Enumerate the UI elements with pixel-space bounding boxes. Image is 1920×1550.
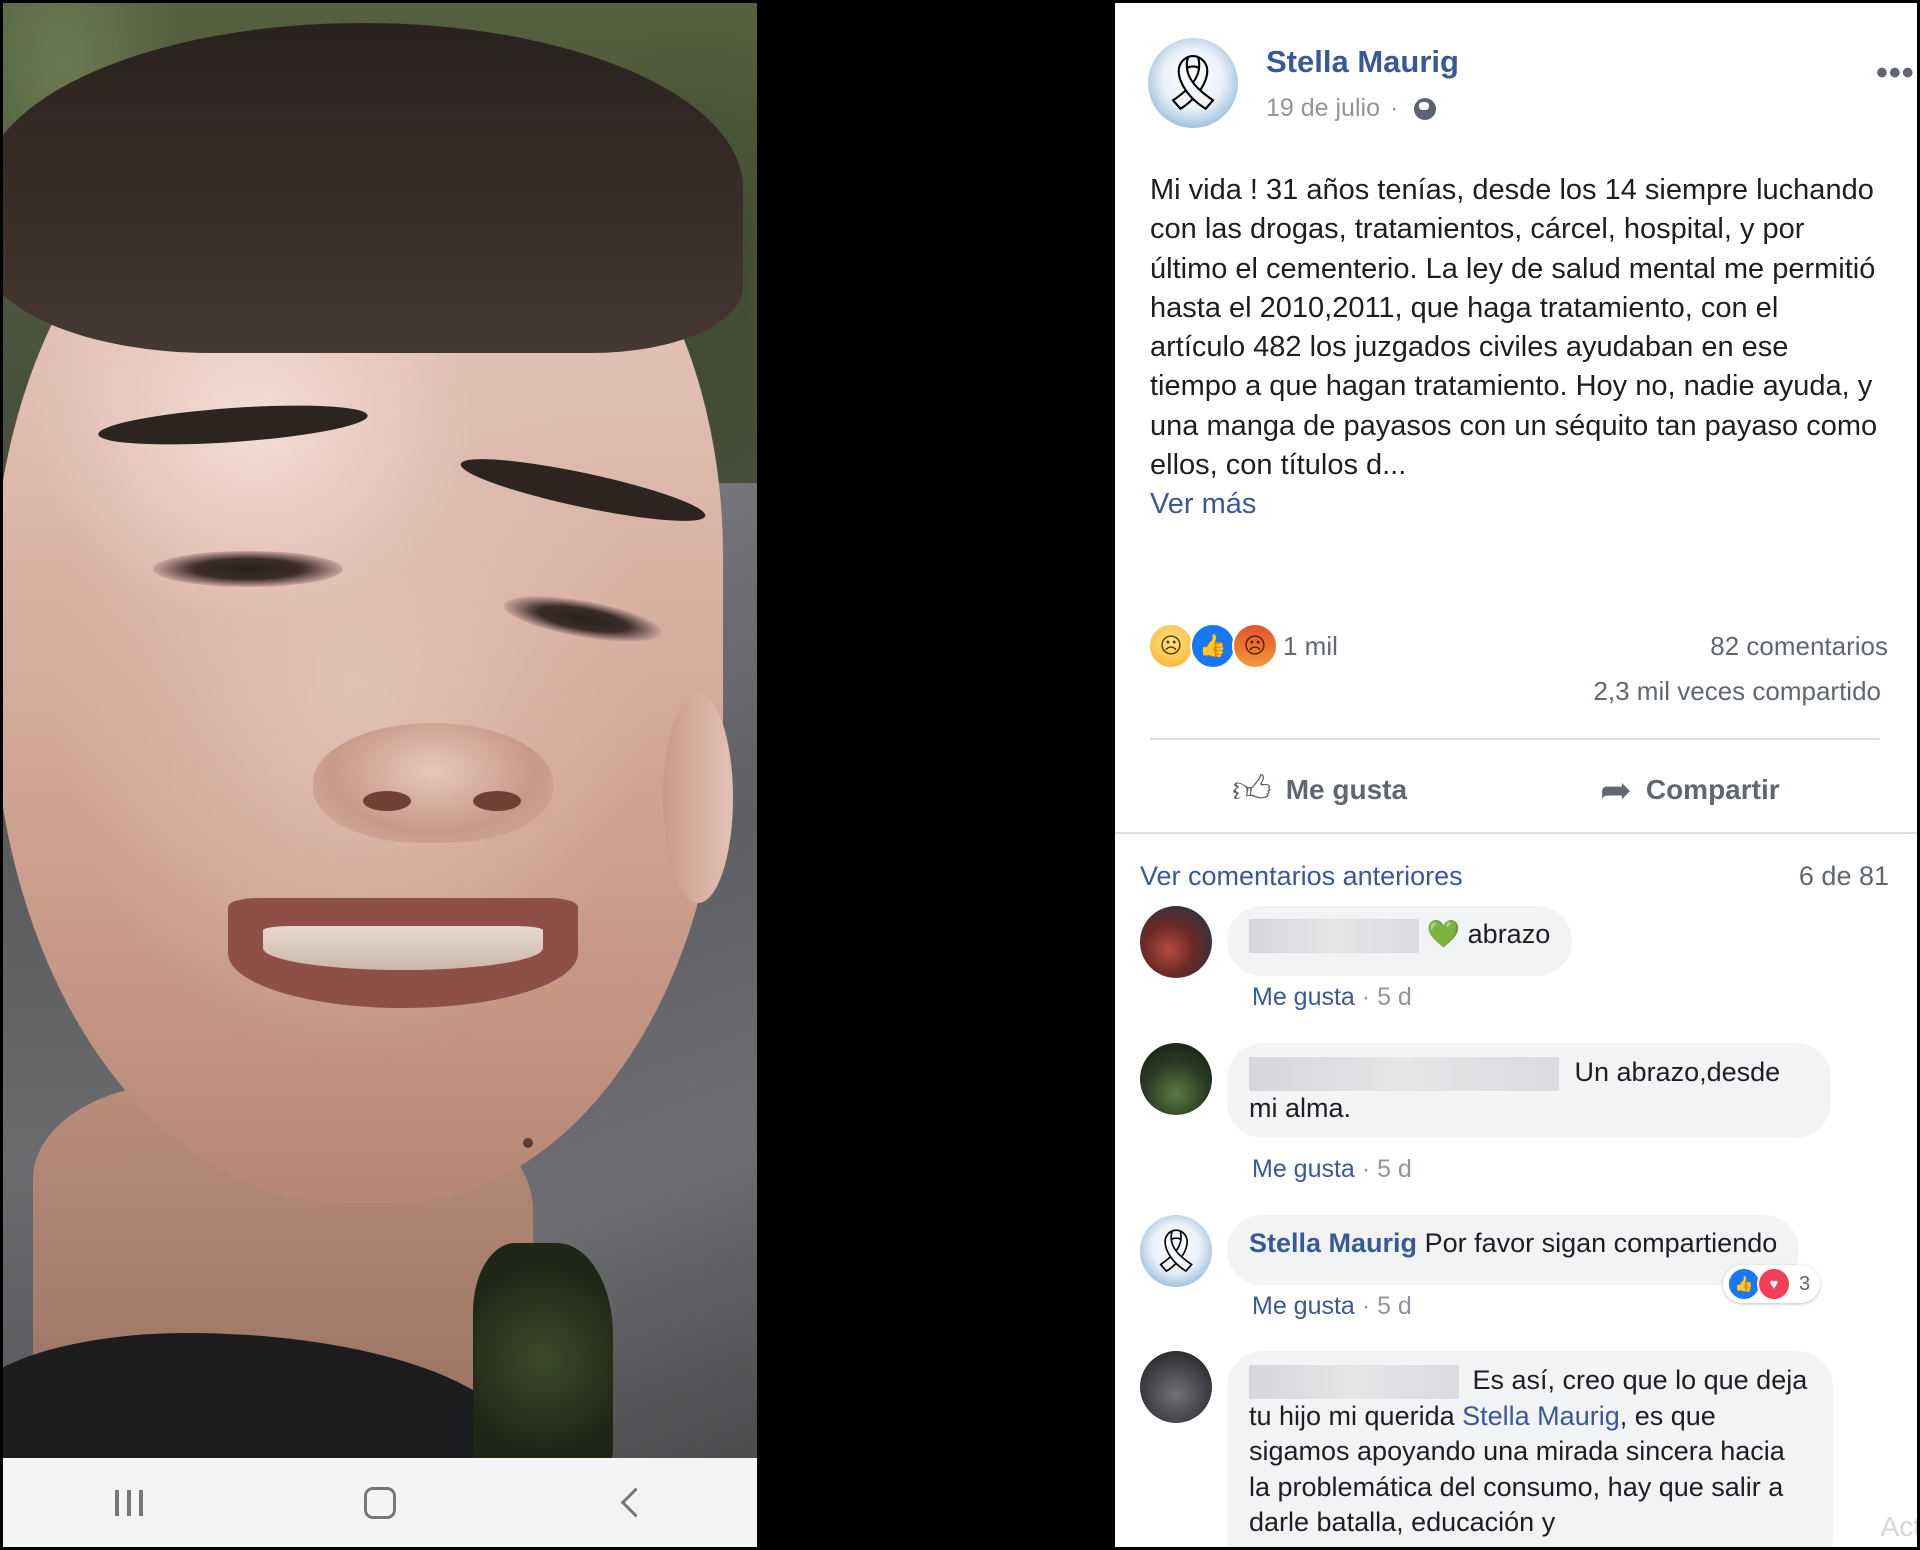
comment: Un abrazo,desde mi alma. Me gusta · 5 d — [1140, 1043, 1900, 1193]
see-more-link[interactable]: Ver más — [1150, 485, 1880, 524]
redacted-commenter-name — [1249, 1056, 1559, 1091]
like-reaction-icon: 👍 — [1190, 623, 1236, 669]
author-avatar[interactable]: 🎗 — [1148, 38, 1238, 128]
comment-bubble: Es así, creo que lo que deja tu hijo mi … — [1227, 1351, 1833, 1547]
comment-like-link[interactable]: Me gusta — [1252, 1292, 1355, 1320]
facebook-post: 🎗 Stella Maurig 19 de julio · ••• Mi vid… — [1115, 3, 1917, 1547]
redacted-commenter-name — [1249, 1364, 1459, 1399]
photo-nose — [313, 723, 553, 843]
comment: 🎗 Stella Maurig Por favor sigan comparti… — [1140, 1215, 1900, 1335]
commenter-avatar[interactable]: 🎗 — [1140, 1215, 1212, 1287]
comment-dot: · — [1361, 1155, 1371, 1183]
globe-icon[interactable] — [1414, 97, 1437, 120]
photo-nostril — [473, 791, 521, 811]
thumbs-up-icon: 👍︎ — [1232, 767, 1272, 811]
photo-mole — [523, 1138, 533, 1148]
like-reaction-icon: 👍 — [1727, 1267, 1761, 1301]
comment-actions: Me gusta · 5 d — [1252, 1292, 1412, 1321]
author-name[interactable]: Stella Maurig — [1266, 44, 1459, 80]
reaction-count[interactable]: 1 mil — [1283, 631, 1338, 662]
comments-count[interactable]: 82 comentarios — [1710, 631, 1888, 662]
section-divider — [1115, 832, 1917, 834]
comment-like-link[interactable]: Me gusta — [1252, 983, 1355, 1011]
recent-apps-icon[interactable] — [69, 1473, 189, 1533]
comment-dot: · — [1361, 983, 1371, 1011]
green-heart-icon: 💚 — [1426, 919, 1461, 949]
comment-time[interactable]: 5 d — [1377, 983, 1412, 1011]
comment-page-indicator: 6 de 81 — [1798, 861, 1889, 891]
comment-bubble: Stella Maurig Por favor sigan compartien… — [1227, 1215, 1800, 1285]
post-body-text: Mi vida ! 31 años tenías, desde los 14 s… — [1150, 174, 1878, 482]
redacted-commenter-name — [1249, 918, 1419, 953]
comment: 💚 abrazo Me gusta · 5 d — [1140, 906, 1900, 1026]
divider — [1150, 738, 1880, 740]
post-action-bar: 👍︎ Me gusta ➦ Compartir — [1150, 755, 1880, 825]
commenter-avatar[interactable] — [1140, 906, 1212, 978]
post-header: 🎗 Stella Maurig 19 de julio · ••• — [1148, 38, 1914, 133]
comment-dot: · — [1361, 1292, 1371, 1320]
like-button-label: Me gusta — [1285, 774, 1408, 805]
post-text: Mi vida ! 31 años tenías, desde los 14 s… — [1150, 171, 1880, 525]
comment-reaction-count: 3 — [1799, 1272, 1811, 1295]
comment-author[interactable]: Stella Maurig — [1249, 1228, 1417, 1258]
phone-screenshot — [3, 3, 757, 1547]
commenter-avatar[interactable] — [1140, 1351, 1212, 1423]
back-icon[interactable] — [571, 1473, 691, 1533]
comment: Es así, creo que lo que deja tu hijo mi … — [1140, 1351, 1900, 1547]
like-button[interactable]: 👍︎ Me gusta — [1232, 755, 1407, 825]
photo-hair — [3, 23, 743, 353]
mourning-ribbon-icon: 🎗 — [1149, 1226, 1203, 1275]
shares-count[interactable]: 2,3 mil veces compartido — [1593, 676, 1881, 707]
angry-reaction-icon: ☹ — [1232, 623, 1278, 669]
comment-text: abrazo — [1467, 919, 1551, 949]
love-reaction-icon: ♥ — [1757, 1267, 1791, 1301]
comment-text: Por favor sigan compartiendo — [1424, 1228, 1778, 1258]
post-meta: 19 de julio · — [1266, 94, 1437, 123]
view-previous-comments-link[interactable]: Ver comentarios anteriores — [1140, 861, 1463, 892]
sad-reaction-icon: ☹ — [1148, 623, 1194, 669]
comment-bubble: Un abrazo,desde mi alma. — [1227, 1043, 1831, 1139]
activation-watermark: Act — [1880, 1511, 1917, 1542]
share-arrow-icon: ➦ — [1600, 768, 1632, 812]
more-options-icon[interactable]: ••• — [1876, 56, 1915, 90]
comment-like-link[interactable]: Me gusta — [1252, 1155, 1355, 1183]
mourning-ribbon-icon: 🎗 — [1158, 51, 1228, 114]
photo-teeth — [263, 926, 543, 970]
portrait-photo — [3, 3, 757, 1458]
share-button-label: Compartir — [1645, 774, 1780, 805]
comment-actions: Me gusta · 5 d — [1252, 1155, 1412, 1184]
phone-navigation-bar — [3, 1458, 757, 1547]
comment-bubble: 💚 abrazo — [1227, 906, 1573, 976]
reactions-summary: ☹ 👍 ☹ 1 mil 82 comentarios — [1148, 623, 1888, 673]
photo-left-eye — [153, 551, 343, 587]
comment-reactions-badge[interactable]: 👍 ♥ 3 — [1723, 1265, 1821, 1303]
photo-nostril — [363, 791, 411, 811]
post-date[interactable]: 19 de julio — [1266, 94, 1380, 123]
comment-mention[interactable]: Stella Maurig — [1462, 1401, 1620, 1431]
commenter-avatar[interactable] — [1140, 1043, 1212, 1115]
screenshot-root: 🎗 Stella Maurig 19 de julio · ••• Mi vid… — [0, 0, 1920, 1550]
comment-actions: Me gusta · 5 d — [1252, 983, 1412, 1012]
home-icon[interactable] — [320, 1473, 440, 1533]
share-button[interactable]: ➦ Compartir — [1600, 755, 1780, 825]
comment-time[interactable]: 5 d — [1377, 1155, 1412, 1183]
reaction-icons[interactable]: ☹ 👍 ☹ — [1148, 623, 1278, 669]
photo-collar — [473, 1243, 613, 1458]
comment-time[interactable]: 5 d — [1377, 1292, 1412, 1320]
photo-ear — [663, 693, 733, 903]
meta-separator: · — [1389, 94, 1399, 122]
